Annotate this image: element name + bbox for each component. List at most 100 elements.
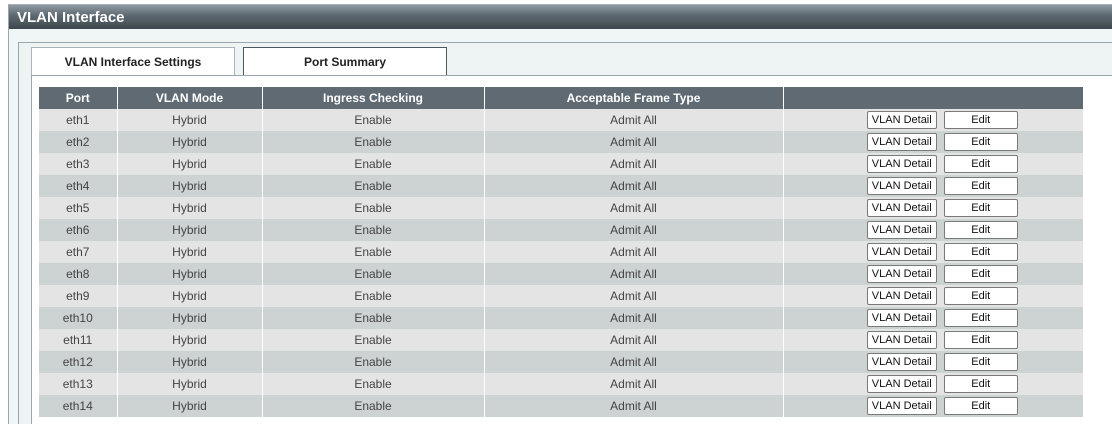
row-actions: VLAN Detail Edit: [784, 111, 1084, 129]
vlan-detail-button[interactable]: VLAN Detail: [866, 287, 937, 305]
cell-vlan-mode: Hybrid: [117, 197, 263, 219]
cell-actions: VLAN Detail Edit: [783, 109, 1083, 131]
table-row: eth9 Hybrid Enable Admit All VLAN Detail Edit: [39, 285, 1083, 307]
cell-port: eth3: [39, 153, 118, 175]
cell-ingress-checking: Enable: [262, 351, 485, 373]
cell-vlan-mode: Hybrid: [117, 395, 263, 417]
cell-ingress-checking: Enable: [262, 131, 485, 153]
cell-actions: VLAN Detail Edit: [783, 351, 1083, 373]
vlan-detail-button[interactable]: VLAN Detail: [866, 111, 937, 129]
edit-button[interactable]: Edit: [943, 265, 1018, 283]
tab-vlan-interface-settings[interactable]: VLAN Interface Settings: [31, 47, 235, 76]
table-row: eth6 Hybrid Enable Admit All VLAN Detail Edit: [39, 219, 1083, 241]
table-row: eth1 Hybrid Enable Admit All VLAN Detail Edit: [39, 109, 1083, 131]
edit-button[interactable]: Edit: [943, 353, 1018, 371]
cell-acceptable-frame-type: Admit All: [484, 263, 784, 285]
vlan-detail-button[interactable]: VLAN Detail: [866, 243, 937, 261]
edit-button[interactable]: Edit: [943, 177, 1018, 195]
cell-vlan-mode: Hybrid: [117, 351, 263, 373]
cell-actions: VLAN Detail Edit: [783, 263, 1083, 285]
cell-ingress-checking: Enable: [262, 307, 485, 329]
vlan-detail-button[interactable]: VLAN Detail: [866, 177, 937, 195]
edit-button[interactable]: Edit: [943, 199, 1018, 217]
cell-ingress-checking: Enable: [262, 373, 485, 395]
cell-acceptable-frame-type: Admit All: [484, 285, 784, 307]
row-actions: VLAN Detail Edit: [784, 331, 1084, 349]
vlan-detail-button[interactable]: VLAN Detail: [866, 397, 937, 415]
cell-ingress-checking: Enable: [262, 241, 485, 263]
row-actions: VLAN Detail Edit: [784, 199, 1084, 217]
edit-button[interactable]: Edit: [943, 111, 1018, 129]
cell-port: eth5: [39, 197, 118, 219]
cell-acceptable-frame-type: Admit All: [484, 175, 784, 197]
edit-button[interactable]: Edit: [943, 287, 1018, 305]
row-actions: VLAN Detail Edit: [784, 221, 1084, 239]
cell-actions: VLAN Detail Edit: [783, 395, 1083, 417]
vlan-detail-button[interactable]: VLAN Detail: [866, 375, 937, 393]
row-actions: VLAN Detail Edit: [784, 133, 1084, 151]
cell-actions: VLAN Detail Edit: [783, 175, 1083, 197]
table-row: eth10 Hybrid Enable Admit All VLAN Detail Edi…: [39, 307, 1083, 329]
cell-port: eth6: [39, 219, 118, 241]
column-header-vlan-mode: VLAN Mode: [117, 87, 263, 109]
vlan-detail-button[interactable]: VLAN Detail: [866, 133, 937, 151]
tab-panel: VLAN Interface Settings Port Summary Por…: [18, 42, 1112, 424]
cell-ingress-checking: Enable: [262, 175, 485, 197]
vlan-detail-button[interactable]: VLAN Detail: [866, 331, 937, 349]
vlan-detail-button[interactable]: VLAN Detail: [866, 309, 937, 327]
row-actions: VLAN Detail Edit: [784, 287, 1084, 305]
cell-acceptable-frame-type: Admit All: [484, 307, 784, 329]
table-row: eth8 Hybrid Enable Admit All VLAN Detail Edit: [39, 263, 1083, 285]
tab-bar: VLAN Interface Settings Port Summary: [31, 47, 455, 76]
cell-acceptable-frame-type: Admit All: [484, 131, 784, 153]
edit-button[interactable]: Edit: [943, 155, 1018, 173]
table-row: eth14 Hybrid Enable Admit All VLAN Detail Edi…: [39, 395, 1083, 417]
cell-vlan-mode: Hybrid: [117, 329, 263, 351]
cell-port: eth4: [39, 175, 118, 197]
cell-port: eth1: [39, 109, 118, 131]
edit-button[interactable]: Edit: [943, 243, 1018, 261]
row-actions: VLAN Detail Edit: [784, 243, 1084, 261]
row-actions: VLAN Detail Edit: [784, 155, 1084, 173]
table-body: eth1 Hybrid Enable Admit All VLAN Detail Edit…: [39, 109, 1083, 417]
cell-port: eth8: [39, 263, 118, 285]
tab-port-summary[interactable]: Port Summary: [243, 47, 447, 75]
cell-actions: VLAN Detail Edit: [783, 241, 1083, 263]
cell-vlan-mode: Hybrid: [117, 131, 263, 153]
cell-acceptable-frame-type: Admit All: [484, 351, 784, 373]
row-actions: VLAN Detail Edit: [784, 375, 1084, 393]
edit-button[interactable]: Edit: [943, 397, 1018, 415]
table-row: eth3 Hybrid Enable Admit All VLAN Detail Edit: [39, 153, 1083, 175]
vlan-detail-button[interactable]: VLAN Detail: [866, 221, 937, 239]
cell-ingress-checking: Enable: [262, 395, 485, 417]
column-header-acceptable-frame-type: Acceptable Frame Type: [484, 87, 784, 109]
vlan-detail-button[interactable]: VLAN Detail: [866, 353, 937, 371]
cell-actions: VLAN Detail Edit: [783, 197, 1083, 219]
edit-button[interactable]: Edit: [943, 375, 1018, 393]
edit-button[interactable]: Edit: [943, 331, 1018, 349]
table-row: eth13 Hybrid Enable Admit All VLAN Detail Edi…: [39, 373, 1083, 395]
vlan-interface-window: VLAN Interface VLAN Interface Settings P…: [8, 4, 1112, 424]
cell-acceptable-frame-type: Admit All: [484, 373, 784, 395]
row-actions: VLAN Detail Edit: [784, 353, 1084, 371]
edit-button[interactable]: Edit: [943, 221, 1018, 239]
vlan-detail-button[interactable]: VLAN Detail: [866, 155, 937, 173]
column-header-ingress-checking: Ingress Checking: [262, 87, 485, 109]
table-row: eth4 Hybrid Enable Admit All VLAN Detail Edit: [39, 175, 1083, 197]
vlan-detail-button[interactable]: VLAN Detail: [866, 265, 937, 283]
cell-ingress-checking: Enable: [262, 219, 485, 241]
cell-port: eth11: [39, 329, 118, 351]
cell-actions: VLAN Detail Edit: [783, 285, 1083, 307]
edit-button[interactable]: Edit: [943, 309, 1018, 327]
cell-vlan-mode: Hybrid: [117, 109, 263, 131]
table-row: eth2 Hybrid Enable Admit All VLAN Detail Edit: [39, 131, 1083, 153]
cell-ingress-checking: Enable: [262, 109, 485, 131]
edit-button[interactable]: Edit: [943, 133, 1018, 151]
cell-port: eth2: [39, 131, 118, 153]
vlan-detail-button[interactable]: VLAN Detail: [866, 199, 937, 217]
window-title: VLAN Interface: [9, 4, 1112, 29]
tab-content: Port VLAN Mode Ingress Checking Acceptab…: [31, 75, 1112, 424]
cell-actions: VLAN Detail Edit: [783, 131, 1083, 153]
cell-acceptable-frame-type: Admit All: [484, 197, 784, 219]
cell-ingress-checking: Enable: [262, 197, 485, 219]
